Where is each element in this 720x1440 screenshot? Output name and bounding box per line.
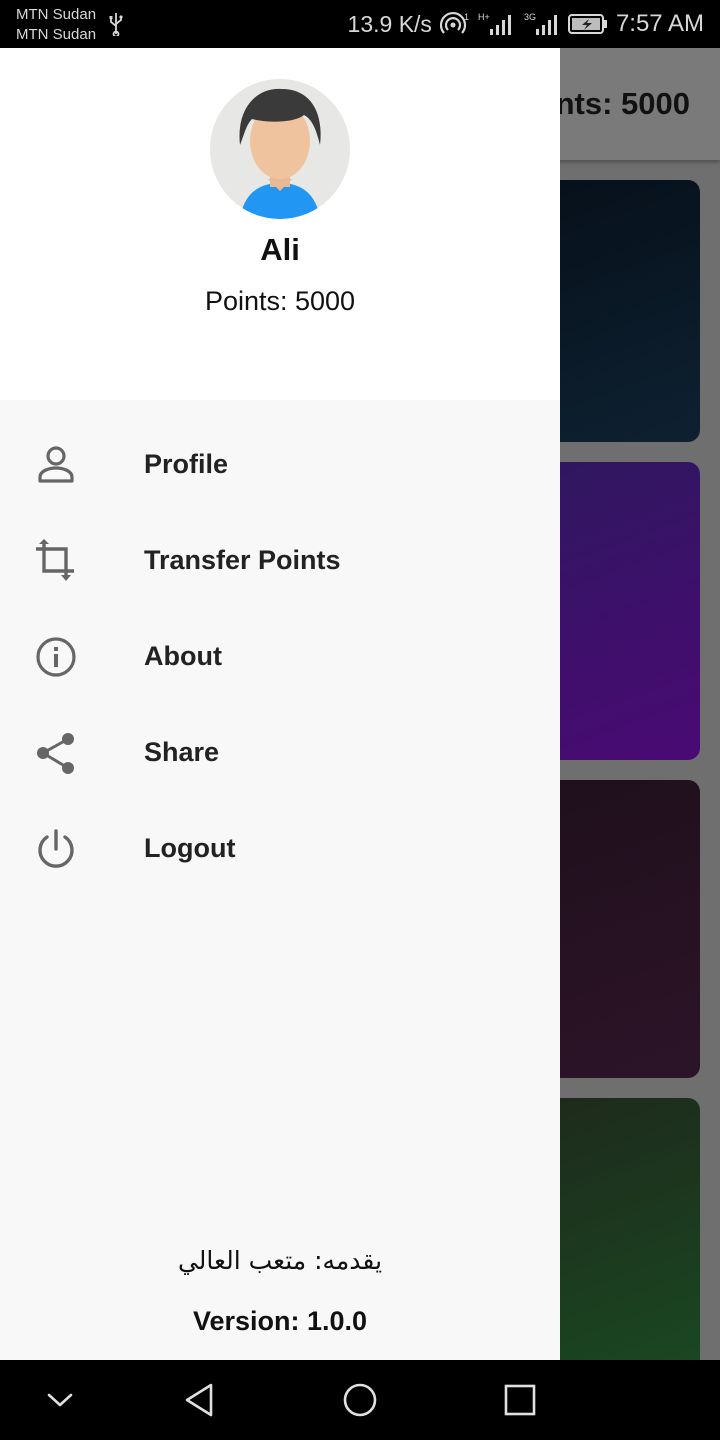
info-icon bbox=[36, 637, 76, 677]
menu-item-logout[interactable]: Logout bbox=[0, 801, 560, 897]
battery-charging-icon bbox=[567, 14, 607, 34]
drawer-header: Ali Points: 5000 bbox=[0, 48, 560, 400]
user-name: Ali bbox=[260, 232, 300, 267]
chevron-down-icon[interactable] bbox=[40, 1380, 80, 1420]
power-icon bbox=[38, 829, 74, 868]
developer-credit: يقدمه: متعب العالي bbox=[177, 1246, 383, 1275]
back-icon[interactable] bbox=[180, 1380, 220, 1420]
status-bar: MTN Sudan MTN Sudan 13.9 K/s 1 H+ 3G 7:5… bbox=[0, 0, 720, 48]
menu-item-about[interactable]: About bbox=[0, 609, 560, 705]
avatar-image bbox=[210, 79, 350, 219]
menu-label-logout: Logout bbox=[144, 833, 236, 863]
recents-icon[interactable] bbox=[500, 1380, 540, 1420]
user-points: Points: 5000 bbox=[204, 286, 356, 316]
menu-item-profile[interactable]: Profile bbox=[0, 417, 560, 513]
navigation-drawer: Ali Points: 5000 Profile Transfer Points… bbox=[0, 48, 560, 1360]
usb-icon bbox=[109, 13, 123, 36]
content-card[interactable] bbox=[540, 462, 700, 760]
home-icon[interactable] bbox=[340, 1380, 380, 1420]
menu-label-about: About bbox=[144, 641, 222, 671]
menu-item-transfer-points[interactable]: Transfer Points bbox=[0, 513, 560, 609]
menu-label-profile: Profile bbox=[144, 449, 229, 479]
svg-text:3G: 3G bbox=[524, 12, 536, 22]
share-icon bbox=[37, 733, 74, 774]
status-indicators: 13.9 K/s 1 H+ 3G 7:57 AM bbox=[348, 0, 704, 48]
navigation-bar bbox=[0, 1360, 720, 1440]
signal-hplus-icon: H+ bbox=[478, 12, 511, 35]
carrier-1: MTN Sudan bbox=[16, 6, 97, 23]
carrier-2: MTN Sudan bbox=[16, 26, 97, 43]
svg-text:1: 1 bbox=[464, 12, 469, 22]
signal-3g-icon: 3G bbox=[524, 12, 557, 35]
content-card[interactable] bbox=[540, 780, 700, 1078]
avatar[interactable] bbox=[210, 79, 350, 219]
clock: 7:57 AM bbox=[615, 10, 704, 37]
person-icon bbox=[38, 446, 74, 483]
hotspot-icon: 1 bbox=[439, 11, 469, 34]
content-card[interactable] bbox=[540, 1098, 700, 1360]
net-speed: 13.9 K/s bbox=[347, 10, 432, 37]
menu-label-transfer-points: Transfer Points bbox=[144, 545, 341, 575]
menu-item-share[interactable]: Share bbox=[0, 705, 560, 801]
svg-text:H+: H+ bbox=[478, 12, 490, 22]
app-version: Version: 1.0.0 bbox=[192, 1306, 368, 1336]
content-card[interactable] bbox=[540, 180, 700, 442]
carrier-info: MTN Sudan MTN Sudan bbox=[16, 5, 96, 45]
crop-icon bbox=[36, 539, 74, 581]
menu-label-share: Share bbox=[144, 737, 220, 767]
